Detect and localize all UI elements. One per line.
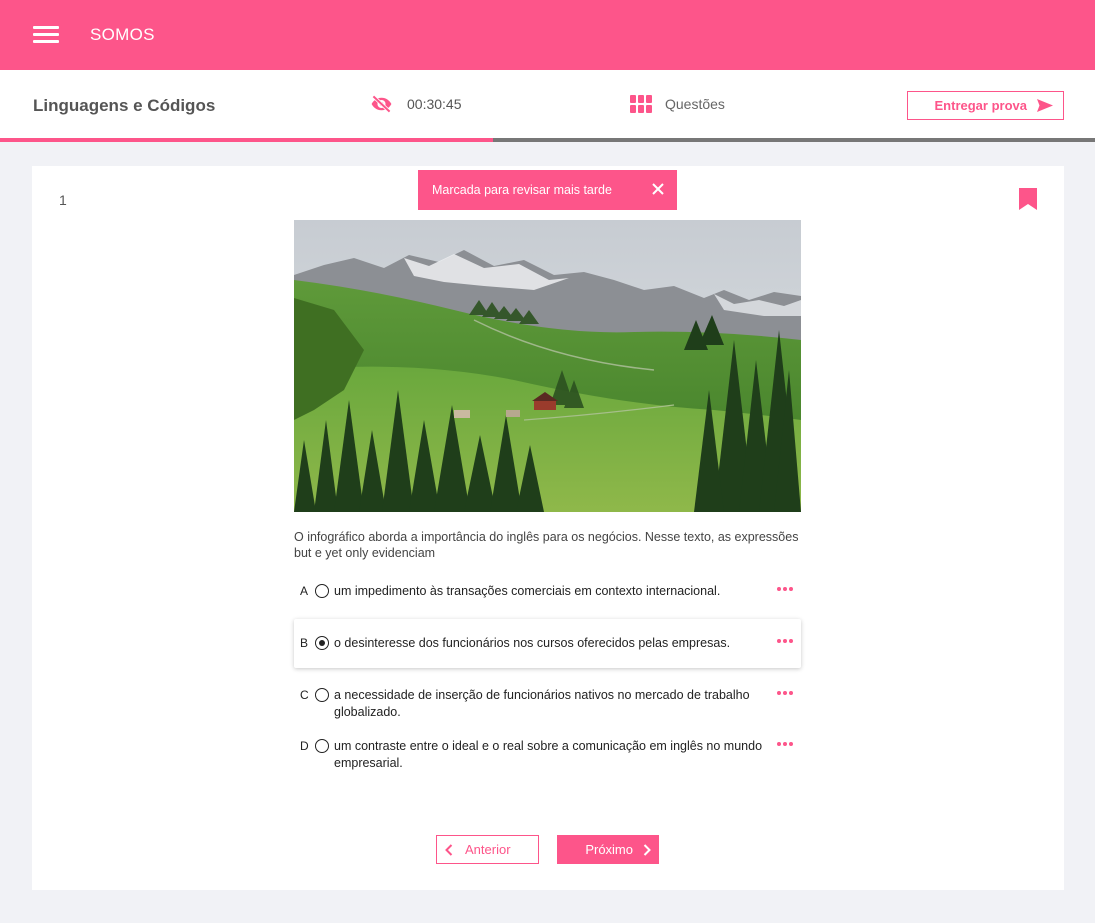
- submit-exam-button[interactable]: Entregar prova: [907, 91, 1064, 120]
- review-toast: Marcada para revisar mais tarde: [418, 170, 677, 210]
- radio-button[interactable]: [315, 584, 329, 598]
- questions-button[interactable]: Questões: [630, 94, 725, 114]
- exam-header: Linguagens e Códigos 00:30:45 Questões E…: [0, 70, 1095, 138]
- progress-bar: [0, 138, 1095, 142]
- option-letter: C: [300, 688, 309, 702]
- option-text: a necessidade de inserção de funcionário…: [334, 688, 750, 719]
- chevron-right-icon: [643, 843, 651, 856]
- option-text: um contraste entre o ideal e o real sobr…: [334, 739, 763, 770]
- send-icon: [1037, 99, 1053, 112]
- question-card: 1 Marcada para revisar mais tarde O info…: [32, 166, 1064, 890]
- option-letter: B: [300, 636, 309, 650]
- more-horizontal-icon[interactable]: [777, 639, 793, 643]
- previous-button[interactable]: Anterior: [436, 835, 539, 864]
- question-number: 1: [59, 192, 67, 208]
- timer: 00:30:45: [370, 94, 462, 114]
- question-text: O infográfico aborda a importância do in…: [294, 530, 799, 560]
- more-horizontal-icon[interactable]: [777, 587, 793, 591]
- menu-icon[interactable]: [33, 26, 59, 44]
- radio-button[interactable]: [315, 636, 329, 650]
- submit-exam-label: Entregar prova: [934, 98, 1027, 113]
- brand-title: SOMOS: [90, 25, 155, 44]
- radio-button[interactable]: [315, 739, 329, 753]
- eye-off-icon[interactable]: [370, 95, 393, 113]
- previous-label: Anterior: [465, 842, 511, 857]
- next-button[interactable]: Próximo: [557, 835, 659, 864]
- timer-value: 00:30:45: [407, 96, 462, 112]
- more-horizontal-icon[interactable]: [777, 742, 793, 746]
- next-label: Próximo: [585, 842, 633, 857]
- option-b[interactable]: B o desinteresse dos funcionários nos cu…: [294, 619, 801, 668]
- option-text: o desinteresse dos funcionários nos curs…: [334, 636, 731, 650]
- more-horizontal-icon[interactable]: [777, 691, 793, 695]
- chevron-left-icon: [445, 843, 453, 856]
- bookmark-icon[interactable]: [1019, 188, 1037, 210]
- questions-label: Questões: [665, 96, 725, 112]
- app-bar: SOMOS: [0, 0, 1095, 70]
- subject-title: Linguagens e Códigos: [33, 96, 216, 115]
- option-text: um impedimento às transações comerciais …: [334, 584, 721, 598]
- progress-fill: [0, 138, 493, 142]
- option-a[interactable]: A um impedimento às transações comerciai…: [294, 583, 801, 603]
- review-toast-text: Marcada para revisar mais tarde: [432, 183, 612, 197]
- close-icon[interactable]: [651, 182, 665, 196]
- option-c[interactable]: C a necessidade de inserção de funcionár…: [294, 687, 801, 723]
- grid-icon: [630, 95, 652, 113]
- radio-button[interactable]: [315, 688, 329, 702]
- option-letter: A: [300, 584, 309, 598]
- landscape-image: [294, 220, 801, 512]
- option-d[interactable]: D um contraste entre o ideal e o real so…: [294, 738, 801, 774]
- option-letter: D: [300, 739, 309, 753]
